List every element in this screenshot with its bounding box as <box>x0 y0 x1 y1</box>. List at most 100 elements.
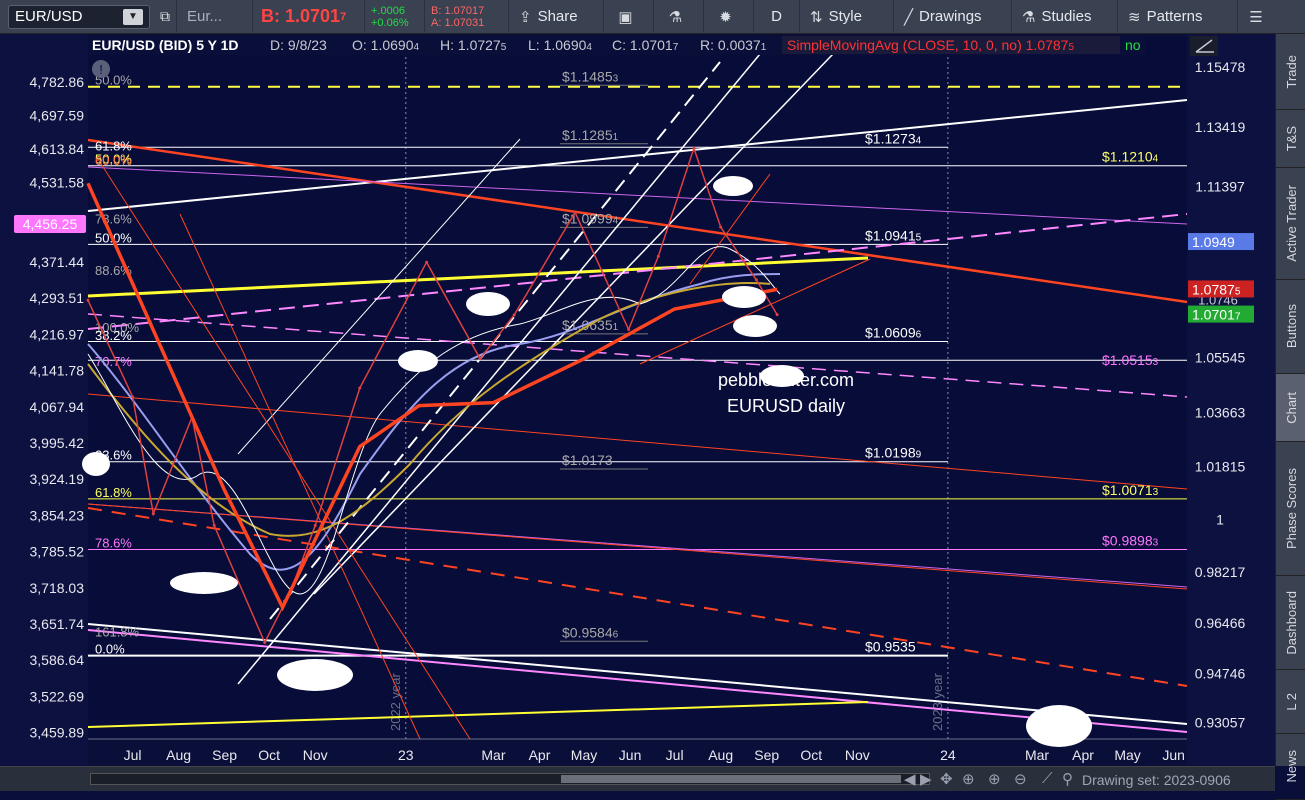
symbol-tab[interactable]: Eur... <box>177 0 253 34</box>
chart-area[interactable]: 2022 year2023 year4,782.864,697.594,613.… <box>0 34 1275 766</box>
period-label: D <box>771 8 782 25</box>
scroll-left-icon[interactable]: ◀ <box>904 770 916 788</box>
highlight-ellipse <box>713 176 753 196</box>
price-label: $1.06096 <box>865 324 922 340</box>
sidebar-tab-news[interactable]: News <box>1276 734 1305 800</box>
left-tick-label: 3,854.23 <box>30 507 85 523</box>
fib-label: 0.0% <box>95 642 125 657</box>
pan-icon[interactable]: ✥ <box>940 770 953 788</box>
bid-quote: B: 1.0701 7 <box>253 0 365 34</box>
x-tick-label: Mar <box>481 747 505 763</box>
scroll-right-icon[interactable]: ▶ <box>920 770 932 788</box>
left-tick-label: 4,613.84 <box>30 141 85 157</box>
chart-svg[interactable]: 2022 year2023 year4,782.864,697.594,613.… <box>0 34 1275 766</box>
right-tick-label: 1.13419 <box>1195 119 1246 135</box>
gear-icon: ✹ <box>719 8 732 26</box>
flask-icon: ⚗ <box>668 8 683 26</box>
x-tick-label: Oct <box>800 747 822 763</box>
symbol-input[interactable]: EUR/USD ▼ <box>8 4 150 29</box>
x-tick-label: 23 <box>398 747 414 763</box>
x-tick-label: Nov <box>845 747 870 763</box>
studies-button[interactable]: ⚗ Studies <box>1012 0 1118 34</box>
change-abs: +.0006 <box>371 4 405 17</box>
left-tick-label: 4,216.97 <box>30 326 85 342</box>
ask-small: A: 1.07031 <box>431 16 485 29</box>
menu-button[interactable]: ☰ <box>1238 0 1280 34</box>
x-tick-label: Mar <box>1025 747 1049 763</box>
share-label: Share <box>537 8 578 25</box>
draw-icon[interactable]: ⟋ <box>1042 770 1053 787</box>
horizontal-scrollbar[interactable] <box>90 773 930 785</box>
fib-label: 161.8% <box>95 625 140 640</box>
sidebar-tab-chart[interactable]: Chart <box>1276 374 1305 442</box>
link-icon[interactable]: ⧉ <box>154 0 177 34</box>
zoom-out-icon[interactable]: ⊖ <box>1014 770 1027 788</box>
right-tick-label: 1.05545 <box>1195 349 1246 365</box>
sidebar-tab-t-s[interactable]: T&S <box>1276 110 1305 168</box>
candle-icon: ⇅ <box>810 8 823 26</box>
drawings-label: Drawings <box>919 8 982 25</box>
x-tick-label: Jun <box>619 747 642 763</box>
highlight-ellipse <box>277 659 353 691</box>
sidebar-tab-label: Dashboard <box>1283 590 1299 655</box>
series-point <box>313 523 317 527</box>
price-label: $1.00713 <box>1102 482 1159 498</box>
bid-label: B: 1.0701 <box>261 6 341 26</box>
x-tick-label: 24 <box>940 747 956 763</box>
studies-label: Studies <box>1041 8 1092 25</box>
right-sidebar: Trade T&S Active Trader Buttons Chart Phase S… <box>1275 34 1305 800</box>
bottom-bar: ◀ ▶ ✥ ⊕ ⊕ ⊖ ⟋ ⚲ Drawing set: 2023-0906 <box>0 766 1275 791</box>
sidebar-tab-phase-scores[interactable]: Phase Scores <box>1276 442 1305 576</box>
header-field: O: 1.06904 <box>352 37 420 53</box>
sidebar-tab-active-trader[interactable]: Active Trader <box>1276 168 1305 280</box>
pin-icon[interactable]: ⚲ <box>1062 770 1073 788</box>
scrollbar-thumb[interactable] <box>561 775 901 783</box>
series-point <box>212 523 216 527</box>
sidebar-tab-dashboard[interactable]: Dashboard <box>1276 576 1305 670</box>
price-label: $1.12851 <box>562 127 619 143</box>
zoom-in-icon[interactable]: ⊕ <box>988 770 1001 788</box>
x-tick-label: Jul <box>666 747 684 763</box>
patterns-button[interactable]: ≋ Patterns <box>1118 0 1238 34</box>
left-tick-label: 4,531.58 <box>30 175 85 191</box>
price-label: $0.9535 <box>865 639 916 655</box>
series-point <box>656 254 660 258</box>
change-pct: +0.06% <box>371 16 409 29</box>
left-tick-label: 4,293.51 <box>30 290 85 306</box>
sidebar-tab-buttons[interactable]: Buttons <box>1276 280 1305 374</box>
highlight-ellipse <box>82 452 110 476</box>
left-tick-label: 3,459.89 <box>30 725 85 741</box>
x-tick-label: Jul <box>124 747 142 763</box>
change-box: +.0006 +0.06% <box>365 0 425 34</box>
sidebar-tab-l-2[interactable]: L 2 <box>1276 670 1305 734</box>
drawings-button[interactable]: ╱ Drawings <box>894 0 1012 34</box>
left-tick-label: 3,924.19 <box>30 471 85 487</box>
x-tick-label: Apr <box>529 747 551 763</box>
symbol-box[interactable]: EUR/USD ▼ <box>0 0 154 34</box>
data-box-button[interactable]: ▣ <box>604 0 654 34</box>
highlight-ellipse <box>398 350 438 372</box>
sidebar-tab-trade[interactable]: Trade <box>1276 34 1305 110</box>
pencil-icon: ╱ <box>904 8 914 26</box>
chevron-down-icon[interactable]: ▼ <box>123 8 143 25</box>
right-tick-label: 0.98217 <box>1195 564 1246 580</box>
x-tick-label: Aug <box>708 747 733 763</box>
settings-button[interactable]: ✹ <box>704 0 754 34</box>
x-tick-label: Jun <box>1162 747 1185 763</box>
share-button[interactable]: ⇪ Share <box>509 0 604 34</box>
crosshair-icon[interactable]: ⊕ <box>962 770 975 788</box>
period-button[interactable]: D <box>754 0 800 34</box>
x-tick-label: May <box>571 747 597 763</box>
style-button[interactable]: ⇅ Style <box>800 0 894 34</box>
bid-sup: 7 <box>340 10 347 23</box>
left-tick-label: 3,522.69 <box>30 688 85 704</box>
series-point <box>131 395 135 399</box>
series-point <box>478 357 482 361</box>
price-marker-label: 1.07017 <box>1192 307 1241 323</box>
sidebar-tab-label: News <box>1283 750 1299 783</box>
series-point <box>512 313 516 317</box>
sidebar-tab-label: Trade <box>1283 54 1299 89</box>
flask-button[interactable]: ⚗ <box>654 0 704 34</box>
highlight-ellipse <box>1026 705 1092 747</box>
left-tick-label: 3,586.64 <box>30 652 85 668</box>
